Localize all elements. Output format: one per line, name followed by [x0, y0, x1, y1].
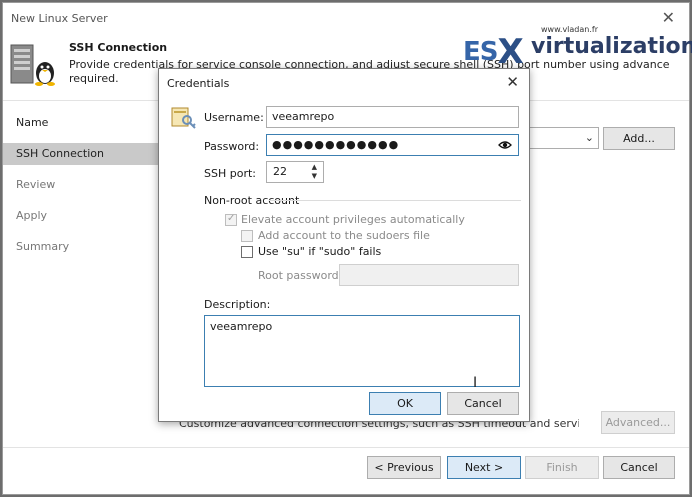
- description-label: Description:: [204, 298, 271, 311]
- text-cursor-icon: I: [473, 375, 478, 391]
- wizard-steps: Name SSH Connection Review Apply Summary: [3, 102, 159, 422]
- watermark-virtualization: virtualization: [531, 34, 692, 59]
- step-name[interactable]: Name: [3, 112, 159, 134]
- root-password-label: Root password:: [258, 269, 343, 282]
- username-input[interactable]: veeamrepo: [266, 106, 519, 128]
- linux-server-icon: [10, 44, 55, 86]
- credentials-dropdown[interactable]: ⌄: [523, 127, 599, 149]
- ssh-port-label: SSH port:: [204, 167, 256, 180]
- credentials-dialog: Credentials ✕ Username: veeamrepo Passwo…: [158, 68, 530, 422]
- dialog-title: Credentials: [167, 77, 230, 90]
- use-su-checkbox[interactable]: [241, 246, 253, 258]
- next-button[interactable]: Next >: [447, 456, 521, 479]
- password-label: Password:: [204, 140, 260, 153]
- dialog-cancel-button[interactable]: Cancel: [447, 392, 519, 415]
- footer-divider: [3, 447, 689, 448]
- add-sudoers-label: Add account to the sudoers file: [258, 229, 430, 242]
- chevron-down-icon: ⌄: [584, 131, 594, 144]
- ssh-port-stepper[interactable]: 22 ▲ ▼: [266, 161, 324, 183]
- elevate-privileges-checkbox[interactable]: [225, 213, 237, 226]
- window-title: New Linux Server: [11, 12, 108, 25]
- username-label: Username:: [204, 111, 264, 124]
- key-icon: [171, 107, 196, 129]
- show-password-icon[interactable]: [498, 140, 512, 150]
- chevron-up-icon[interactable]: ▲: [312, 163, 317, 171]
- use-su-label: Use "su" if "sudo" fails: [258, 245, 382, 258]
- add-credentials-button[interactable]: Add...: [603, 127, 675, 150]
- finish-button[interactable]: Finish: [525, 456, 599, 479]
- step-summary[interactable]: Summary: [3, 236, 159, 258]
- password-value: ●●●●●●●●●●●●: [272, 138, 400, 151]
- step-review[interactable]: Review: [3, 174, 159, 196]
- ok-button[interactable]: OK: [369, 392, 441, 415]
- watermark-es: ESX: [463, 32, 524, 72]
- previous-button[interactable]: < Previous: [367, 456, 441, 479]
- elevate-privileges-label: Elevate account privileges automatically: [241, 213, 465, 226]
- add-sudoers-checkbox[interactable]: [241, 230, 253, 242]
- step-ssh-connection[interactable]: SSH Connection: [3, 143, 159, 165]
- advanced-button[interactable]: Advanced...: [601, 411, 675, 434]
- section-divider: [269, 200, 521, 201]
- password-input[interactable]: ●●●●●●●●●●●●: [266, 134, 519, 156]
- page-description-continued: required.: [69, 72, 119, 85]
- ssh-port-value: 22: [273, 165, 287, 178]
- watermark-site: www.vladan.fr: [541, 25, 598, 34]
- chevron-down-icon[interactable]: ▼: [312, 172, 317, 180]
- step-apply[interactable]: Apply: [3, 205, 159, 227]
- page-title: SSH Connection: [69, 41, 168, 54]
- watermark-logo: www.vladan.fr ESX virtualization: [463, 25, 692, 72]
- root-password-input[interactable]: [339, 264, 519, 286]
- close-icon[interactable]: ✕: [506, 73, 519, 91]
- cancel-button[interactable]: Cancel: [603, 456, 675, 479]
